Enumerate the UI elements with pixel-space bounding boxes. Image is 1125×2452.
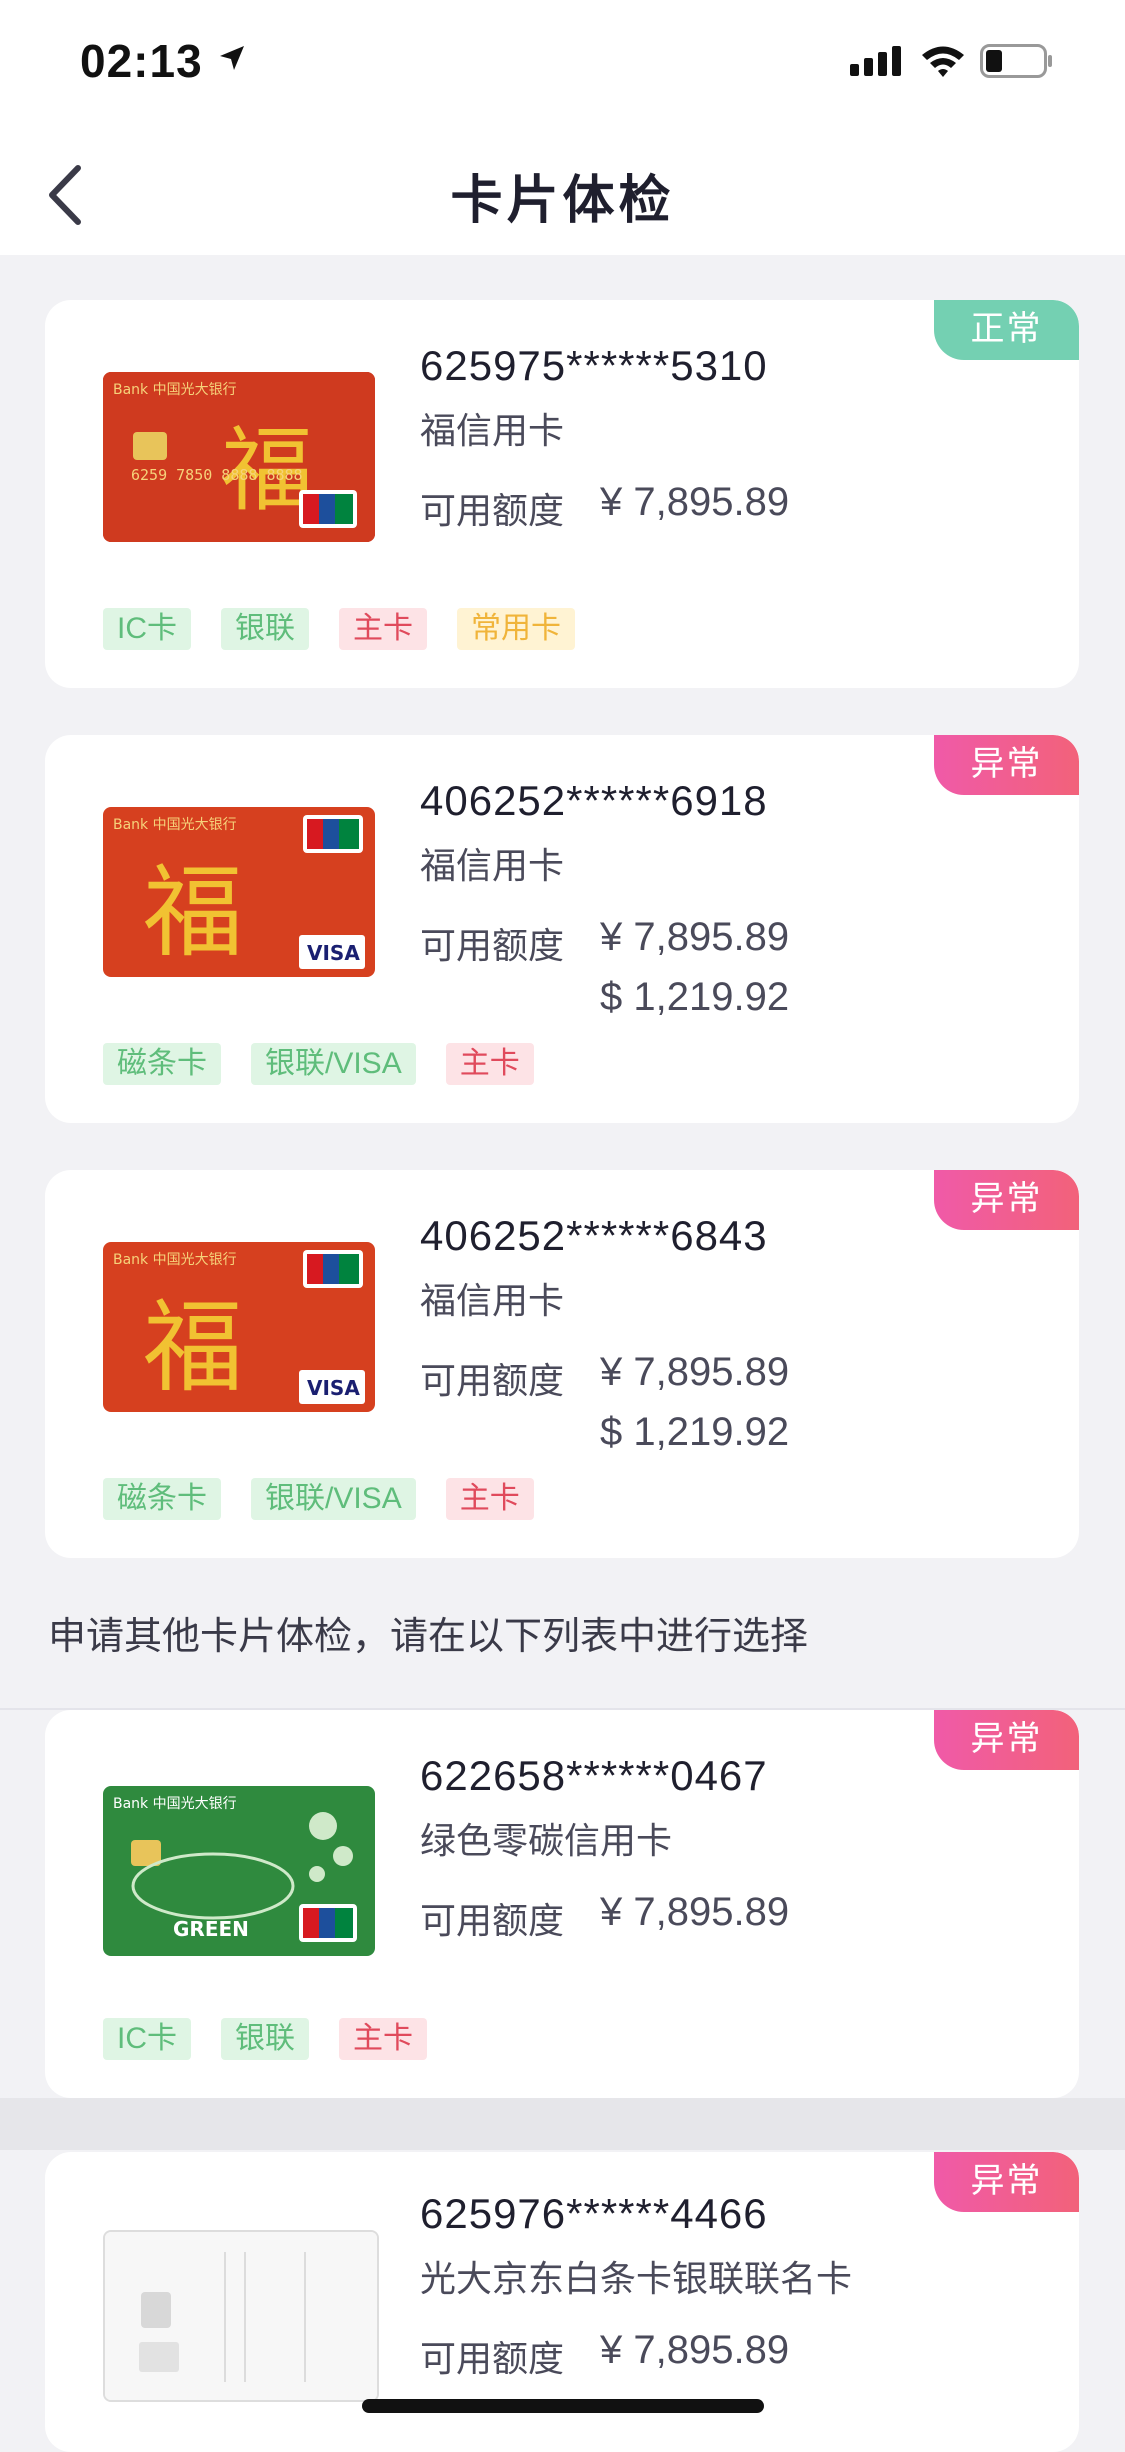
status-badge: 异常	[934, 1710, 1079, 1770]
section-gap	[0, 2098, 1125, 2150]
tag-list: IC卡 银联 主卡	[103, 2018, 427, 2060]
card-number: 406252******6843	[420, 1212, 768, 1259]
status-badge: 异常	[934, 735, 1079, 795]
status-time: 02:13	[80, 35, 203, 87]
card-item[interactable]: 正常 Bank 中国光大银行 福 6259 7850 8888 8888 625…	[45, 300, 1079, 688]
tag: 银联/VISA	[251, 1478, 416, 1520]
tag: 银联/VISA	[251, 1043, 416, 1085]
tag: IC卡	[103, 2018, 191, 2060]
svg-text:GREEN: GREEN	[173, 1917, 249, 1941]
limit-label: 可用额度	[420, 1360, 565, 1401]
svg-text:福: 福	[143, 854, 243, 971]
tag: 主卡	[445, 1478, 534, 1520]
card-name: 福信用卡	[420, 845, 565, 886]
tag: IC卡	[103, 608, 191, 650]
tag: 银联	[221, 2018, 309, 2060]
battery-icon	[980, 44, 1052, 78]
navigation-bar: 卡片体检	[0, 130, 1125, 255]
limit-label: 可用额度	[420, 490, 565, 531]
status-badge: 正常	[934, 300, 1079, 360]
card-name: 光大京东白条卡银联联名卡	[420, 2258, 853, 2299]
card-number: 622658******0467	[420, 1752, 768, 1799]
tag: 银联	[221, 608, 309, 650]
limit-usd: $ 1,219.92	[600, 975, 790, 1019]
cellular-signal-icon	[850, 46, 901, 76]
status-badge: 异常	[934, 2152, 1079, 2212]
green-card-image: Bank 中国光大银行 GREEN	[103, 1786, 375, 1956]
tag: 常用卡	[457, 608, 575, 650]
jd-card-image	[103, 2230, 379, 2402]
fu-card-image: Bank 中国光大银行 福 6259 7850 8888 8888	[103, 372, 375, 542]
tag: 主卡	[339, 2018, 427, 2060]
card-item[interactable]: 异常 Bank 中国光大银行 GREEN 622658******0467 绿色…	[45, 1710, 1079, 2098]
limit-label: 可用额度	[420, 925, 565, 966]
tag: 磁条卡	[103, 1478, 221, 1520]
limit-usd: $ 1,219.92	[600, 1410, 790, 1454]
status-bar: 02:13	[0, 0, 1125, 130]
tag: 主卡	[339, 608, 427, 650]
limit-cny: ¥ 7,895.89	[600, 1350, 790, 1394]
status-badge: 异常	[934, 1170, 1079, 1230]
wifi-icon	[922, 46, 964, 77]
card-item[interactable]: 异常 Bank 中国光大银行 福 VISA 406252******6918 福…	[45, 735, 1079, 1123]
bank-logo-text: Bank 中国光大银行	[113, 382, 237, 398]
limit-cny: ¥ 7,895.89	[600, 1890, 790, 1934]
svg-text:VISA: VISA	[307, 1376, 360, 1400]
svg-text:VISA: VISA	[307, 941, 360, 965]
tag: 磁条卡	[103, 1043, 221, 1085]
svg-text:福: 福	[143, 1289, 243, 1406]
card-name: 福信用卡	[420, 1280, 565, 1321]
limit-cny: ¥ 7,895.89	[600, 2328, 790, 2372]
limit-cny: ¥ 7,895.89	[600, 915, 790, 959]
card-number: 406252******6918	[420, 777, 768, 824]
card-number: 625975******5310	[420, 342, 768, 389]
limit-cny: ¥ 7,895.89	[600, 480, 790, 524]
location-arrow-icon	[220, 46, 244, 70]
svg-text:Bank 中国光大银行: Bank 中国光大银行	[113, 1252, 237, 1268]
limit-label: 可用额度	[420, 1900, 565, 1941]
card-item[interactable]: 异常 Bank 中国光大银行 福 VISA 406252******6843 福…	[45, 1170, 1079, 1558]
tag-list: IC卡 银联 主卡 常用卡	[103, 608, 575, 650]
tag-list: 磁条卡 银联/VISA 主卡	[103, 1043, 534, 1085]
card-art-number: 6259 7850 8888 8888	[131, 466, 303, 484]
fu-visa-card-image: Bank 中国光大银行 福 VISA	[103, 1242, 375, 1412]
page-title: 卡片体检	[450, 172, 675, 230]
card-number: 625976******4466	[420, 2190, 768, 2237]
card-name: 福信用卡	[420, 410, 565, 451]
section-label: 申请其他卡片体检，请在以下列表中进行选择	[48, 1616, 809, 1658]
fu-visa-card-image: Bank 中国光大银行 福 VISA	[103, 807, 375, 977]
card-name: 绿色零碳信用卡	[420, 1820, 673, 1861]
limit-label: 可用额度	[420, 2338, 565, 2379]
tag-list: 磁条卡 银联/VISA 主卡	[103, 1478, 534, 1520]
home-indicator[interactable]	[362, 2399, 764, 2413]
svg-text:Bank 中国光大银行: Bank 中国光大银行	[113, 817, 237, 833]
svg-text:Bank 中国光大银行: Bank 中国光大银行	[113, 1796, 237, 1812]
tag: 主卡	[445, 1043, 534, 1085]
